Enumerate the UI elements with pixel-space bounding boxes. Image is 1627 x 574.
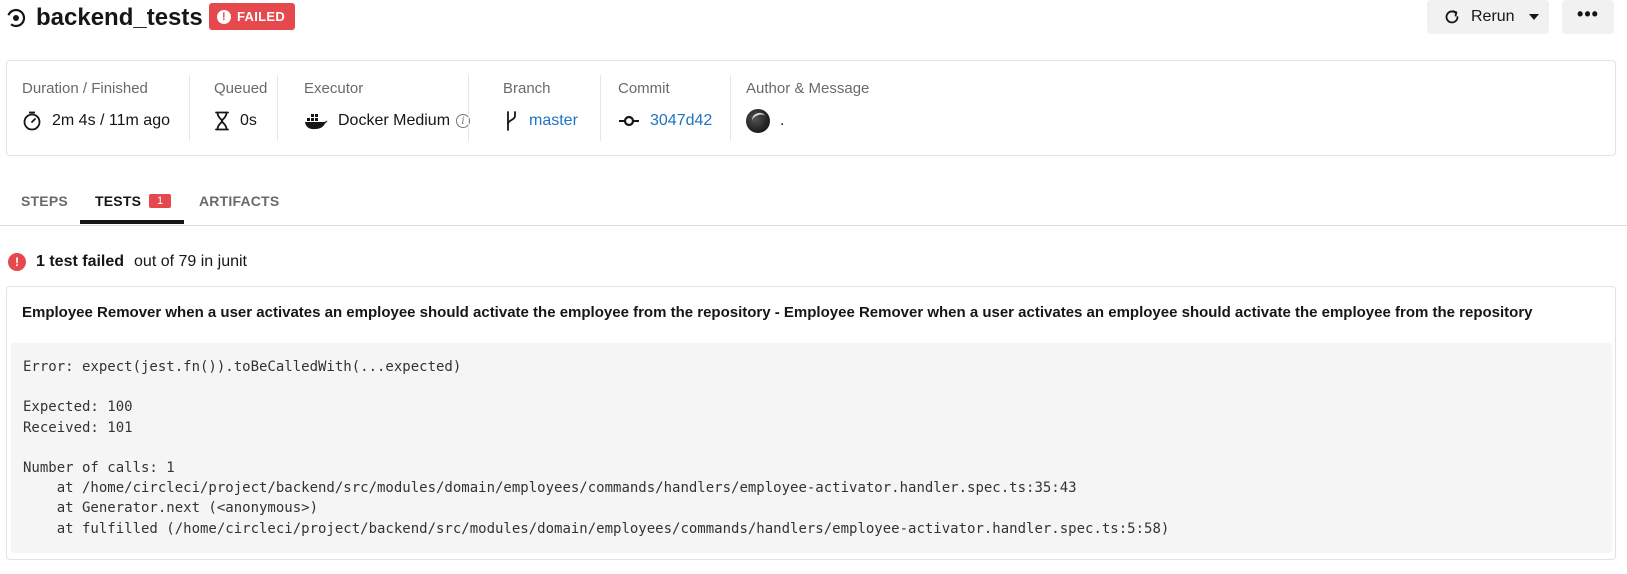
alert-icon: ! [217, 9, 231, 24]
output-line: at /home/circleci/project/backend/src/mo… [23, 480, 1077, 497]
divider [277, 75, 278, 141]
test-failure-panel: Employee Remover when a user activates a… [6, 286, 1616, 560]
refresh-icon [1445, 10, 1459, 24]
divider [468, 75, 469, 141]
tab-artifacts[interactable]: ARTIFACTS [199, 176, 279, 225]
executor-value: Docker Medium [338, 112, 451, 129]
executor-value-row: Docker Medium i [304, 109, 471, 133]
commit-label: Commit [618, 80, 670, 97]
job-header: backend_tests ! FAILED Rerun ••• [0, 0, 1627, 40]
status-label: FAILED [237, 9, 286, 24]
avatar[interactable] [746, 109, 770, 133]
job-title: backend_tests [36, 4, 203, 31]
branch-icon [507, 111, 516, 131]
failed-count: 1 test failed [36, 253, 125, 270]
more-actions-button[interactable]: ••• [1562, 0, 1614, 34]
divider [730, 75, 731, 141]
divider [600, 75, 601, 141]
test-failure-title: Employee Remover when a user activates a… [22, 304, 1533, 321]
author-value-row: . [746, 109, 784, 133]
commit-message: . [780, 112, 785, 129]
duration-value-row: 2m 4s / 11m ago [22, 109, 170, 133]
output-line: Received: 101 [23, 419, 133, 436]
more-icon: ••• [1577, 4, 1599, 24]
commit-link[interactable]: 3047d42 [650, 112, 712, 130]
branch-value-row: master [503, 109, 578, 133]
tab-label: STEPS [21, 192, 68, 209]
rerun-label: Rerun [1471, 8, 1515, 25]
output-line: at fulfilled (/home/circleci/project/bac… [23, 520, 1170, 537]
executor-label: Executor [304, 80, 364, 97]
summary-rest: out of 79 in junit [134, 253, 247, 270]
tab-steps[interactable]: STEPS [21, 176, 68, 225]
tab-label: TESTS [95, 192, 142, 209]
duration-value: 2m 4s / 11m ago [52, 112, 170, 129]
queued-label: Queued [214, 80, 268, 97]
divider [189, 75, 190, 141]
tab-label: ARTIFACTS [199, 192, 280, 209]
output-line: Number of calls: 1 [23, 459, 175, 476]
job-info-card: Duration / Finished 2m 4s / 11m ago Queu… [6, 60, 1616, 156]
output-line: at Generator.next (<anonymous>) [23, 500, 319, 517]
duration-label: Duration / Finished [22, 80, 148, 97]
hourglass-icon [215, 111, 229, 131]
docker-icon [305, 114, 328, 130]
stopwatch-icon [23, 111, 41, 131]
tab-count-badge: 1 [149, 193, 172, 208]
output-line: Error: expect(jest.fn()).toBeCalledWith(… [23, 359, 462, 375]
commit-value-row: 3047d42 [618, 109, 712, 133]
author-label: Author & Message [746, 80, 870, 97]
branch-link[interactable]: master [529, 112, 578, 130]
tab-tests[interactable]: TESTS 1 [95, 176, 172, 225]
job-icon [6, 8, 26, 28]
test-summary: ! 1 test failed out of 79 in junit [8, 252, 247, 272]
active-tab-indicator [80, 220, 184, 224]
tab-bar: STEPS TESTS 1 ARTIFACTS [0, 176, 1627, 226]
rerun-button[interactable]: Rerun [1427, 0, 1549, 34]
status-badge: ! FAILED [209, 3, 296, 30]
failure-output: Error: expect(jest.fn()).toBeCalledWith(… [11, 343, 1612, 553]
output-line: Expected: 100 [23, 399, 133, 416]
error-icon: ! [8, 253, 26, 271]
branch-label: Branch [503, 80, 551, 97]
chevron-down-icon [1528, 14, 1539, 20]
queued-value-row: 0s [214, 109, 257, 133]
commit-icon [619, 115, 639, 127]
queued-value: 0s [240, 112, 257, 129]
